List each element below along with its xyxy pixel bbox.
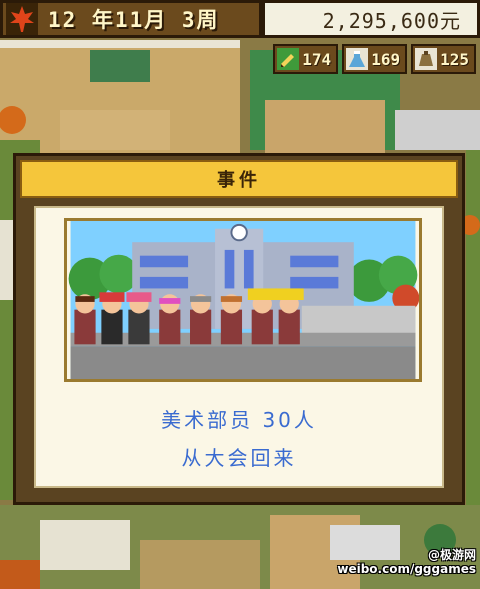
stat-study-value: 174 — [302, 49, 332, 69]
stat-study: 174 — [273, 44, 339, 74]
date-panel: 12 年11月 3周 — [0, 0, 262, 38]
stat-science: 169 — [342, 44, 408, 74]
money-value: 2,295,600元 — [322, 8, 461, 33]
dialog-title: 事件 — [217, 170, 261, 191]
event-dialog[interactable]: 事件 美术部员 30人 从大会回来 — [13, 153, 465, 505]
pencil-icon — [277, 48, 300, 70]
event-message-line2: 从大会回来 — [181, 446, 297, 470]
dialog-header: 事件 — [20, 160, 458, 198]
date-label: 12 年11月 3周 — [48, 8, 220, 32]
weight-icon — [415, 48, 438, 70]
watermark-url: weibo.com/gggames — [337, 562, 476, 576]
event-illustration — [64, 218, 422, 382]
flask-icon — [346, 48, 369, 70]
stats-bar: 174 169 125 — [273, 44, 476, 74]
money-panel: 2,295,600元 — [262, 0, 480, 38]
maple-leaf-icon — [6, 3, 38, 35]
event-message-line1: 美术部员 30人 — [161, 408, 317, 432]
dialog-body: 美术部员 30人 从大会回来 — [34, 206, 444, 488]
stat-sports-value: 125 — [440, 49, 469, 69]
stat-sports: 125 — [411, 44, 476, 74]
stat-science-value: 169 — [371, 49, 401, 69]
watermark-handle: @极游网 — [427, 548, 476, 562]
